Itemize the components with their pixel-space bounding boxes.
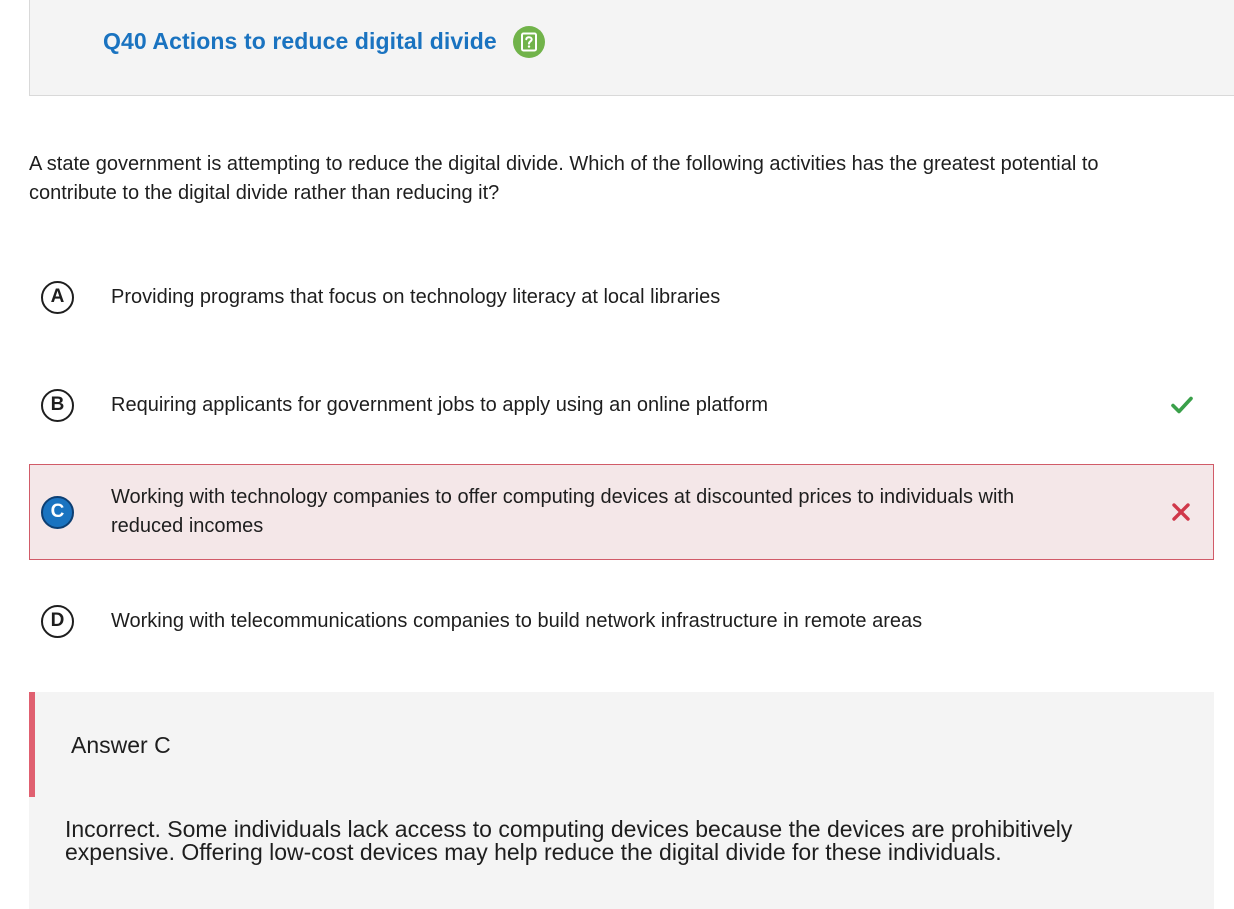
option-text: Providing programs that focus on technol… xyxy=(111,285,721,308)
answer-option-b[interactable]: B Requiring applicants for government jo… xyxy=(29,382,1214,428)
option-letter-badge: C xyxy=(41,495,74,529)
answer-option-a[interactable]: A Providing programs that focus on techn… xyxy=(29,274,1214,320)
answer-feedback-panel: Answer C Incorrect. Some individuals lac… xyxy=(29,692,1214,909)
answer-title: Answer C xyxy=(71,732,171,758)
option-letter-badge: D xyxy=(41,604,74,638)
answer-option-c[interactable]: C Working with technology companies to o… xyxy=(29,464,1214,560)
question-text: A state government is attempting to redu… xyxy=(29,153,1099,204)
option-letter-badge: A xyxy=(41,280,74,314)
option-letter-badge: B xyxy=(41,388,74,422)
x-mark-icon xyxy=(1169,500,1193,524)
option-text: Working with telecommunications companie… xyxy=(111,609,923,632)
feedback-accent-bar xyxy=(29,692,35,797)
question-title: Q40 Actions to reduce digital divide xyxy=(103,28,497,54)
help-question-icon[interactable] xyxy=(513,26,545,58)
answer-feedback-text: Incorrect. Some individuals lack access … xyxy=(65,816,1073,865)
question-header: Q40 Actions to reduce digital divide xyxy=(29,0,1234,96)
option-text: Working with technology companies to off… xyxy=(111,486,1015,537)
option-text: Requiring applicants for government jobs… xyxy=(111,393,769,416)
answer-option-d[interactable]: D Working with telecommunications compan… xyxy=(29,598,1214,644)
checkmark-icon xyxy=(1170,393,1194,417)
